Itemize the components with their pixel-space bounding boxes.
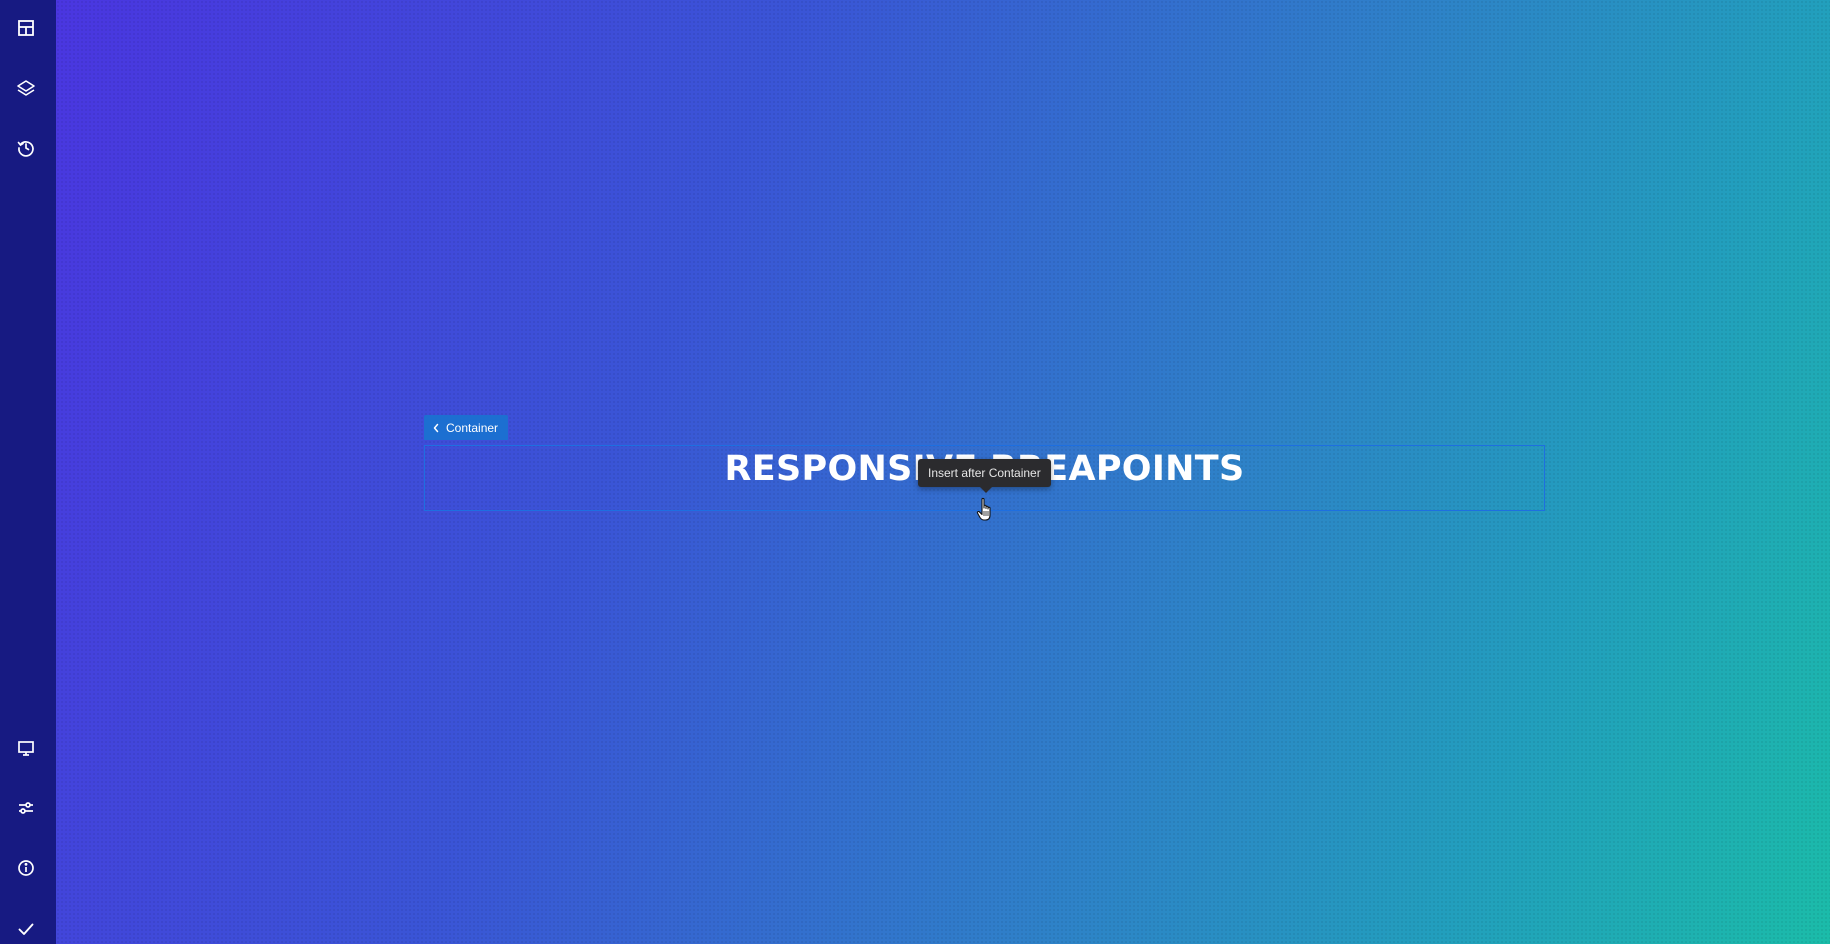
left-sidebar bbox=[0, 0, 56, 944]
check-icon bbox=[18, 923, 34, 935]
info-button[interactable] bbox=[8, 850, 44, 886]
tooltip-arrow bbox=[980, 487, 992, 493]
history-icon bbox=[17, 141, 34, 157]
container-tag[interactable]: Container bbox=[424, 415, 509, 440]
monitor-icon bbox=[18, 741, 34, 756]
layout-icon bbox=[18, 20, 34, 36]
container-tag-label: Container bbox=[446, 420, 499, 435]
hand-cursor-icon bbox=[976, 497, 991, 521]
layout-button[interactable] bbox=[8, 10, 44, 46]
layers-button[interactable] bbox=[8, 70, 44, 106]
settings-button[interactable] bbox=[8, 790, 44, 826]
history-button[interactable] bbox=[8, 130, 44, 166]
editor-app: Container RESPONSIVE BREAPOINTS Insert a… bbox=[0, 0, 1830, 944]
sliders-icon bbox=[19, 802, 33, 814]
publish-button[interactable] bbox=[8, 911, 44, 944]
chevron-left-icon bbox=[433, 423, 439, 432]
layers-icon bbox=[17, 80, 35, 96]
insert-tooltip: Insert after Container bbox=[918, 459, 1051, 487]
info-icon bbox=[18, 860, 34, 876]
responsive-mode-button[interactable] bbox=[8, 730, 44, 766]
